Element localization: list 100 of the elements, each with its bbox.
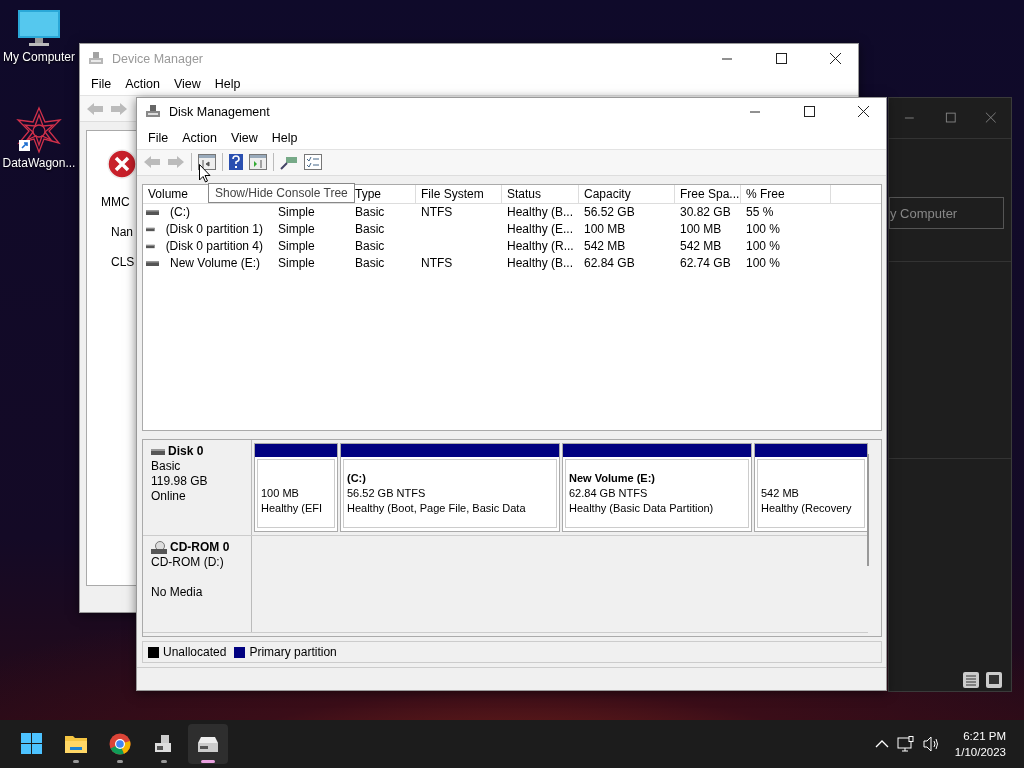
menu-item[interactable]: View (223, 130, 265, 145)
windows-logo-icon (21, 733, 43, 755)
column-header[interactable]: % Free (741, 184, 831, 203)
menu-item[interactable]: Action (118, 77, 167, 91)
disk-size: 119.98 GB (151, 474, 209, 490)
table-cell-text: 100 % (745, 222, 782, 237)
tile-view-icon[interactable] (985, 671, 1003, 689)
partition-size: 542 MB (761, 486, 800, 502)
help-button[interactable] (229, 154, 243, 171)
partition-block[interactable]: (C:) 56.52 GB NTFS Healthy (Boot, Page File, Basic Data (340, 443, 560, 533)
property-label: CLS (111, 255, 135, 269)
menu-item[interactable]: Help (264, 130, 305, 145)
action-pane-button[interactable] (249, 154, 267, 171)
disk-status: No Media (151, 585, 204, 601)
partition-block[interactable]: 100 MB Healthy (EFI (254, 443, 338, 533)
disk-name: Disk 0 (151, 444, 247, 460)
table-cell-text: NTFS (420, 205, 454, 220)
list-view-icon[interactable] (962, 671, 980, 689)
column-header[interactable]: File System (416, 184, 502, 203)
table-cell-text: 100 MB (583, 222, 627, 237)
table-cell-text: 62.74 GB (679, 256, 732, 271)
partition-status: Healthy (Recovery (761, 501, 853, 517)
disk-management-button[interactable] (188, 724, 228, 764)
search-field[interactable]: y Computer (889, 197, 1004, 229)
table-cell-text: Simple (277, 239, 316, 254)
folder-icon (65, 733, 87, 755)
table-cell-text: Simple (277, 205, 316, 220)
partition-status: Healthy (Basic Data Partition) (569, 501, 715, 517)
drive-icon (146, 225, 155, 233)
volume-icon[interactable] (922, 736, 941, 752)
clock-date: 1/10/2023 (954, 745, 1006, 760)
column-header[interactable]: Capacity (579, 184, 675, 203)
partition-label: (C:) (347, 471, 367, 487)
table-cell-text: New Volume (E:) (169, 256, 262, 271)
desktop-icon-label[interactable]: My Computer (3, 50, 75, 64)
disk-type: Basic (151, 459, 182, 475)
table-cell-text: 542 MB (583, 239, 627, 254)
partition-status: Healthy (Boot, Page File, Basic Data (347, 501, 527, 517)
partition-status: Healthy (EFI (261, 501, 324, 517)
table-cell-text: Basic (354, 205, 386, 220)
drive-icon (146, 259, 159, 267)
property-label: MMC (101, 195, 130, 209)
clock[interactable]: 6:21 PM 1/10/2023 (954, 728, 1006, 760)
drive-icon (146, 208, 159, 216)
network-icon[interactable] (896, 736, 915, 752)
table-cell-text: 56.52 GB (583, 205, 636, 220)
table-cell-text: (Disk 0 partition 4) (164, 239, 264, 254)
partition-size: 56.52 GB NTFS (347, 486, 427, 502)
properties-button[interactable] (304, 154, 322, 171)
cd-drive-icon (151, 540, 167, 555)
legend-label: Unallocated (163, 645, 227, 660)
disk-name: CD-ROM 0 (151, 540, 247, 556)
table-cell-text: (C:) (169, 205, 191, 220)
table-cell-text: Simple (277, 256, 316, 271)
partition-block[interactable]: New Volume (E:) 62.84 GB NTFS Healthy (Basic Data Partition) (562, 443, 752, 533)
table-cell-text: Basic (354, 239, 386, 254)
menu-item[interactable]: File (84, 77, 119, 91)
table-cell-text: 100 MB (679, 222, 723, 237)
drive-icon (146, 242, 155, 250)
clock-time: 6:21 PM (963, 729, 1006, 744)
chevron-up-icon[interactable] (874, 739, 889, 749)
column-header[interactable]: Status (502, 184, 579, 203)
table-cell-text: 62.84 GB (583, 256, 636, 271)
column-header[interactable]: Free Spa... (675, 184, 741, 203)
table-cell-text: 30.82 GB (679, 205, 732, 220)
star-shortcut-icon[interactable] (15, 106, 63, 154)
table-cell-text: 100 % (745, 256, 782, 271)
drive-icon (151, 447, 165, 456)
table-cell-text: Healthy (B... (506, 205, 575, 220)
tooltip: Show/Hide Console Tree (208, 183, 355, 203)
menu-item[interactable]: File (141, 130, 176, 145)
window-title: Device Manager (112, 51, 204, 66)
menu-item[interactable]: Help (207, 77, 248, 91)
disk-type: CD-ROM (D:) (151, 555, 225, 571)
menu-item[interactable]: Action (175, 130, 224, 145)
table-cell-text: 542 MB (679, 239, 723, 254)
table-cell-text: (Disk 0 partition 1) (164, 222, 264, 237)
monitor-icon[interactable] (17, 8, 61, 48)
partition-size: 100 MB (261, 486, 300, 502)
table-cell-text: NTFS (420, 256, 454, 271)
console-tree-button[interactable] (198, 154, 216, 171)
window-title: Disk Management (169, 105, 271, 120)
table-cell-text: Healthy (E... (506, 222, 575, 237)
legend-label: Primary partition (249, 645, 337, 660)
partition-block[interactable]: 542 MB Healthy (Recovery (754, 443, 868, 533)
desktop-icon-label[interactable]: DataWagon... (2, 156, 76, 170)
disk-status: Online (151, 489, 187, 505)
table-cell-text: Basic (354, 222, 386, 237)
browser-icon (109, 733, 131, 755)
connect-button[interactable] (280, 154, 298, 171)
table-cell-text: Healthy (B... (506, 256, 575, 271)
table-cell-text: 55 % (745, 205, 775, 220)
device-icon (88, 50, 104, 67)
property-label: Nan (111, 225, 133, 239)
table-cell-text: 100 % (745, 239, 782, 254)
table-cell-text: Simple (277, 222, 316, 237)
partition-label: New Volume (E:) (569, 471, 656, 487)
table-cell-text: Healthy (R... (506, 239, 575, 254)
menu-item[interactable]: View (166, 77, 208, 91)
table-cell-text: Basic (354, 256, 386, 271)
